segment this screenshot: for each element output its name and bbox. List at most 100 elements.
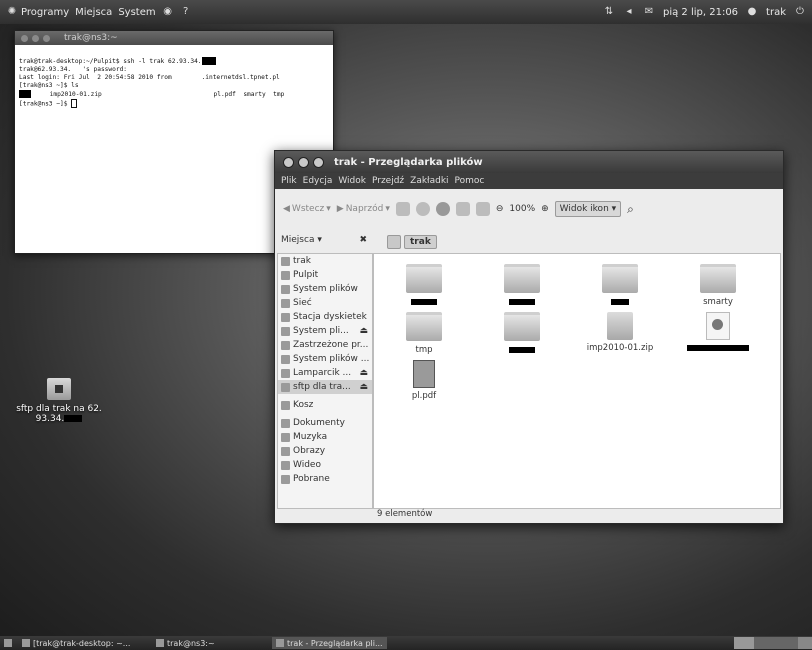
computer-icon[interactable] [475,202,490,216]
trash-applet-icon[interactable] [798,637,812,649]
terminal-output[interactable]: trak@trak-desktop:~/Pulpit$ ssh -l trak … [15,45,333,129]
zoom-out-icon[interactable]: ⊖ [496,204,504,214]
sidebar-select[interactable]: Miejsca ▾ [281,235,322,245]
volume-icon[interactable]: ◂ [623,6,635,18]
menu-widok[interactable]: Widok [338,176,366,186]
place-icon [281,270,290,280]
mail-icon[interactable]: ✉ [643,6,655,18]
sidebar-item[interactable]: Kosz [278,398,372,412]
taskbar-item-terminal-ns3[interactable]: trak@ns3:~ [152,637,219,649]
back-arrow-icon: ◀ [283,204,290,214]
file-manager-window[interactable]: trak - Przeglądarka plików Plik Edycja W… [274,150,784,524]
eject-icon[interactable]: ⏏ [359,368,368,378]
home-icon[interactable] [455,202,470,216]
zoom-in-icon[interactable]: ⊕ [541,204,549,214]
sidebar-item[interactable]: Obrazy [278,444,372,458]
file-item[interactable]: imp2010-01.zip [580,312,660,353]
forward-button[interactable]: ▶ Naprzód ▾ [337,204,390,214]
maximize-icon[interactable] [43,34,50,42]
sidebar-item[interactable]: System plików ... [278,352,372,366]
sidebar-item[interactable]: System pli... ⏏ [278,324,372,338]
menu-zakladki[interactable]: Zakładki [410,176,448,186]
sidebar-item[interactable]: Wideo [278,458,372,472]
sidebar-item[interactable]: Muzyka [278,430,372,444]
sidebar-item[interactable]: System plików [278,282,372,296]
file-label: imp2010-01.zip [586,343,654,353]
sidebar-item[interactable]: Lamparcik ... ⏏ [278,366,372,380]
up-icon[interactable] [395,202,410,216]
user-name[interactable]: trak [766,7,786,18]
sidebar-item[interactable]: Stacja dyskietek [278,310,372,324]
menu-pomoc[interactable]: Pomoc [455,176,485,186]
close-icon[interactable] [21,34,28,42]
archive-icon [607,312,633,340]
forward-arrow-icon: ▶ [336,204,344,214]
workspace-switcher-2[interactable] [754,637,802,649]
show-desktop-button[interactable] [2,637,14,649]
desktop-icon-sftp[interactable]: sftp dla trak na 62. 93.34. [14,378,104,424]
sidebar-item[interactable]: Dokumenty [278,416,372,430]
help-icon[interactable]: ? [180,6,192,18]
file-item[interactable] [482,264,562,307]
menu-edycja[interactable]: Edycja [303,176,333,186]
sidebar-item[interactable]: Pobrane [278,472,372,486]
sidebar-item[interactable]: Sieć [278,296,372,310]
eject-icon[interactable]: ⏏ [359,382,368,392]
workspace-switcher[interactable] [734,637,756,649]
firefox-icon[interactable]: ◉ [162,6,174,18]
path-left-arrow-icon[interactable] [387,235,401,249]
file-item[interactable] [678,312,758,353]
menu-programy[interactable]: Programy [21,7,69,18]
file-label: smarty [703,297,733,307]
menu-przejdz[interactable]: Przejdź [372,176,404,186]
menu-plik[interactable]: Plik [281,176,297,186]
file-item[interactable] [384,264,464,307]
reload-icon[interactable] [435,202,450,216]
search-icon[interactable]: ⌕ [627,202,634,217]
eject-icon[interactable]: ⏏ [359,326,368,336]
minimize-icon[interactable] [298,156,309,168]
stop-icon[interactable] [415,202,430,216]
menu-miejsca[interactable]: Miejsca [75,7,112,18]
file-manager-titlebar[interactable]: trak - Przeglądarka plików [275,151,783,173]
window-title: trak - Przeglądarka plików [334,156,483,168]
taskbar-item-file-manager[interactable]: trak - Przeglądarka pli... [272,637,387,649]
sidebar-item[interactable]: Zastrzeżone pr... [278,338,372,352]
terminal-titlebar[interactable]: trak@ns3:~ [15,31,333,45]
sidebar-item[interactable]: Pulpit [278,268,372,282]
redaction [411,298,437,305]
place-icon [281,474,290,484]
file-view[interactable]: smarty tmp imp2010-01.zip pl.pdf [373,253,781,509]
close-sidebar-icon[interactable]: ✖ [359,235,367,245]
show-desktop-icon [4,639,12,647]
menu-system[interactable]: System [118,7,155,18]
cursor [71,99,78,108]
maximize-icon[interactable] [313,156,324,168]
clock[interactable]: pią 2 lip, 21:06 [663,7,738,18]
minimize-icon[interactable] [32,34,39,42]
sidebar-item-label: Pulpit [293,270,319,280]
toolbar: ◀ Wstecz ▾ ▶ Naprzód ▾ ⊖ 100% ⊕ Widok ikon… [275,189,783,229]
redaction [509,298,535,305]
power-icon[interactable]: ⏻ [794,6,806,18]
file-item[interactable] [580,264,660,307]
file-item[interactable] [482,312,562,355]
network-icon[interactable]: ⇅ [603,6,615,18]
terminal-title: trak@ns3:~ [64,33,118,43]
close-icon[interactable] [283,156,294,168]
file-item[interactable]: smarty [678,264,758,307]
taskbar-item-terminal-local[interactable]: [trak@trak-desktop: ~... [18,637,134,649]
place-icon [281,256,290,266]
view-mode-select[interactable]: Widok ikon ▾ [554,201,622,217]
breadcrumb-trak[interactable]: trak [404,235,437,249]
back-button[interactable]: ◀ Wstecz ▾ [283,204,331,214]
sidebar-item[interactable]: trak [278,254,372,268]
file-item[interactable]: tmp [384,312,464,355]
sidebar-item[interactable]: sftp dla tra... ⏏ [278,380,372,394]
terminal-icon [22,639,30,647]
file-item[interactable]: pl.pdf [384,360,464,401]
applications-menu[interactable]: ✺ Programy [6,6,69,18]
folder-icon [504,312,540,341]
zoom-level[interactable]: 100% [509,204,535,214]
file-label [482,297,562,307]
